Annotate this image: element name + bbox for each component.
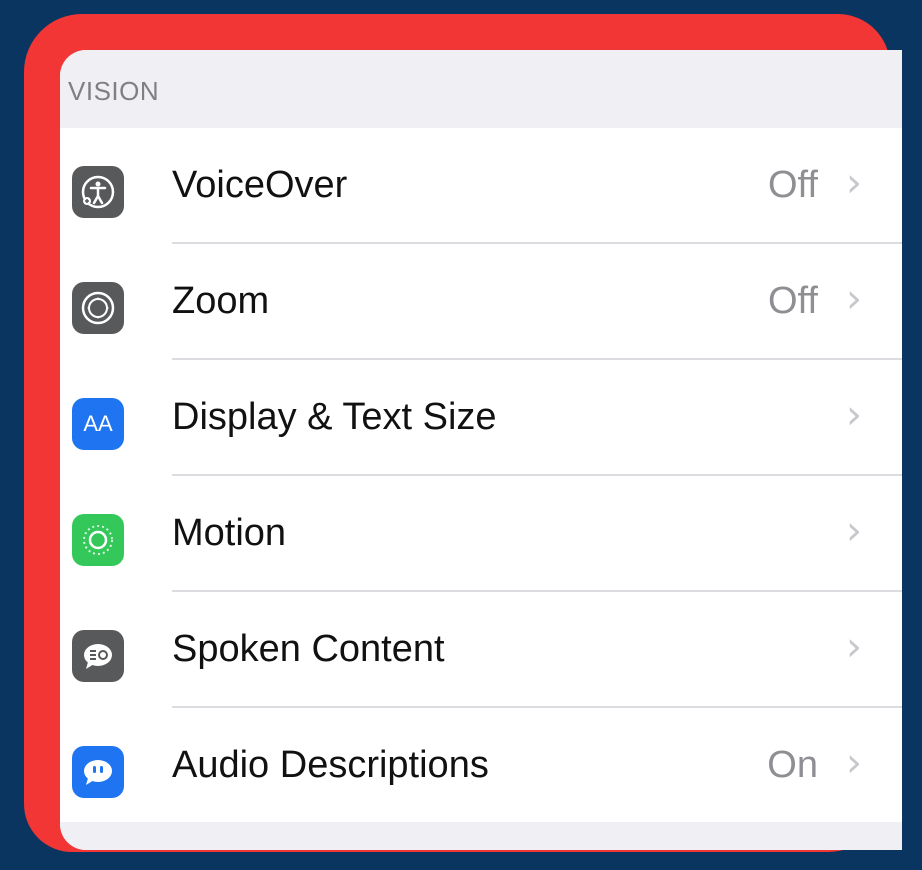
display-text-size-icon: AA [72, 398, 124, 450]
row-label: Zoom [172, 280, 270, 322]
section-footer [60, 822, 902, 850]
icon-glyph: AA [83, 411, 113, 436]
accessibility-vision-panel: VISION VoiceOver Off › Zoom Off › AA Dis… [60, 50, 902, 850]
row-zoom[interactable]: Zoom Off › [60, 244, 902, 360]
row-label: Display & Text Size [172, 396, 497, 438]
row-audio-descriptions[interactable]: Audio Descriptions On › [60, 708, 902, 824]
row-motion[interactable]: Motion › [60, 476, 902, 592]
chevron-right-icon: › [846, 740, 862, 786]
chevron-right-icon: › [846, 624, 862, 670]
section-header-label: VISION [68, 76, 160, 106]
row-label: Spoken Content [172, 628, 445, 670]
row-label: Motion [172, 512, 287, 554]
row-label: Audio Descriptions [172, 744, 489, 786]
row-label: VoiceOver [172, 164, 348, 206]
chevron-right-icon: › [846, 508, 862, 554]
motion-icon [72, 514, 124, 566]
row-value: On [767, 744, 818, 786]
vision-settings-list: VoiceOver Off › Zoom Off › AA Display & … [60, 128, 902, 824]
row-spoken-content[interactable]: Spoken Content › [60, 592, 902, 708]
spoken-content-icon [72, 630, 124, 682]
row-display-text-size[interactable]: AA Display & Text Size › [60, 360, 902, 476]
zoom-icon [72, 282, 124, 334]
chevron-right-icon: › [846, 160, 862, 206]
chevron-right-icon: › [846, 392, 862, 438]
section-header: VISION [60, 50, 902, 128]
audio-descriptions-icon [72, 746, 124, 798]
voiceover-icon [72, 166, 124, 218]
chevron-right-icon: › [846, 276, 862, 322]
row-voiceover[interactable]: VoiceOver Off › [60, 128, 902, 244]
row-value: Off [768, 164, 818, 206]
row-value: Off [768, 280, 818, 322]
